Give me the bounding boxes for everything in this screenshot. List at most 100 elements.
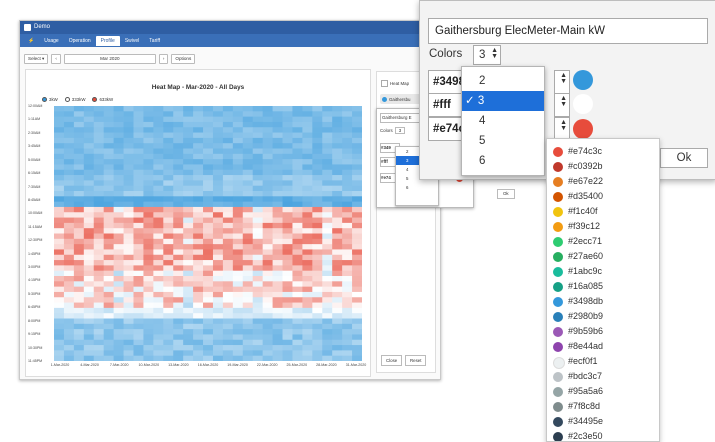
menu-icon[interactable]: ⚡ bbox=[23, 36, 39, 46]
heatmap-cell bbox=[302, 307, 313, 314]
palette-item[interactable]: #bdc3c7 bbox=[547, 369, 659, 384]
heatmap-cell bbox=[262, 196, 273, 203]
heatmap-cell bbox=[173, 143, 184, 149]
heatmap-cell bbox=[143, 318, 154, 325]
swatch-red[interactable] bbox=[573, 119, 593, 139]
heatmap-cell bbox=[183, 345, 194, 351]
heatmap-cell bbox=[342, 334, 353, 341]
series-title-input[interactable]: Gaithersburg ElecMeter-Main kW bbox=[428, 18, 708, 44]
nav-profile[interactable]: Profile bbox=[95, 35, 120, 46]
count-option-4[interactable]: 4 bbox=[462, 111, 544, 131]
heatmap-cell bbox=[252, 222, 264, 229]
heatmap-cell bbox=[143, 164, 154, 171]
count-option-6[interactable]: 6 bbox=[462, 151, 544, 171]
count-option-5[interactable]: 5 bbox=[462, 131, 544, 151]
heatmap-cell bbox=[133, 111, 144, 118]
palette-item[interactable]: #3498db bbox=[547, 294, 659, 309]
heatmap-cell bbox=[232, 185, 244, 192]
heatmap-cell bbox=[93, 116, 105, 123]
palette-item[interactable]: #2c3e50 bbox=[547, 429, 659, 441]
heatmap-cell bbox=[212, 175, 224, 181]
count-option-2[interactable]: 2 bbox=[462, 71, 544, 91]
x-tick-label: 22-Mar-2020 bbox=[256, 363, 278, 367]
reset-button[interactable]: Reset bbox=[405, 355, 427, 366]
palette-item[interactable]: #e67e22 bbox=[547, 174, 659, 189]
swatch-white[interactable] bbox=[573, 94, 593, 114]
count-option-3[interactable]: ✓ 3 bbox=[462, 91, 544, 111]
nav-tariff[interactable]: Tariff bbox=[144, 36, 165, 46]
options-button[interactable]: Options bbox=[171, 54, 196, 64]
next-month-button[interactable]: › bbox=[158, 54, 169, 64]
heatmap-cell bbox=[252, 106, 264, 112]
heatmap-toggle[interactable]: Heat Map bbox=[381, 80, 409, 87]
heatmap-cell bbox=[332, 164, 343, 171]
heatmap-cell bbox=[143, 169, 154, 176]
palette-item[interactable]: #e74c3c bbox=[547, 144, 659, 159]
palette-item[interactable]: #ecf0f1 bbox=[547, 354, 659, 369]
heatmap-cell bbox=[352, 106, 362, 112]
heatmap-cell bbox=[352, 334, 362, 341]
palette-item[interactable]: #f1c40f bbox=[547, 204, 659, 219]
heatmap-cell bbox=[153, 164, 164, 171]
heatmap-cell bbox=[54, 286, 65, 293]
heatmap-cell bbox=[312, 276, 323, 282]
select-dropdown[interactable]: Select ▾ bbox=[24, 54, 49, 64]
heatmap-cell bbox=[163, 233, 174, 240]
mini-count-select[interactable]: 3 bbox=[394, 127, 406, 134]
heatmap-cell bbox=[143, 159, 154, 165]
heatmap-cell bbox=[113, 270, 124, 277]
heatmap-cell bbox=[242, 159, 254, 165]
palette-item[interactable]: #34495e bbox=[547, 414, 659, 429]
palette-label: #7f8c8d bbox=[568, 401, 601, 411]
heatmap-cell bbox=[342, 222, 353, 229]
heatmap-cell bbox=[183, 222, 194, 229]
heatmap-cell bbox=[153, 291, 164, 298]
heatmap-checkbox[interactable] bbox=[381, 80, 388, 87]
heatmap-cell bbox=[302, 297, 313, 303]
nav-swivel[interactable]: Swivel bbox=[120, 36, 144, 46]
color-spinner-2[interactable]: ▲ ▼ bbox=[554, 93, 570, 117]
nav-operation[interactable]: Operation bbox=[64, 36, 96, 46]
palette-item[interactable]: #2ecc71 bbox=[547, 234, 659, 249]
palette-item[interactable]: #d35400 bbox=[547, 189, 659, 204]
palette-item[interactable]: #7f8c8d bbox=[547, 399, 659, 414]
heatmap-cell bbox=[63, 137, 75, 144]
heatmap-cell bbox=[173, 265, 184, 272]
swatch-blue[interactable] bbox=[573, 70, 593, 90]
heatmap-cell bbox=[322, 244, 333, 250]
heatmap-cell bbox=[113, 276, 124, 282]
palette-item[interactable]: #8e44ad bbox=[547, 339, 659, 354]
heatmap-cell bbox=[63, 233, 75, 240]
heatmap-cell bbox=[242, 345, 254, 351]
palette-item[interactable]: #2980b9 bbox=[547, 309, 659, 324]
palette-swatch-icon bbox=[553, 387, 563, 397]
prev-month-button[interactable]: ‹ bbox=[51, 54, 61, 64]
palette-item[interactable]: #27ae60 bbox=[547, 249, 659, 264]
palette-item[interactable]: #f39c12 bbox=[547, 219, 659, 234]
date-field[interactable]: Mar 2020 bbox=[63, 54, 156, 64]
palette-item[interactable]: #9b59b6 bbox=[547, 324, 659, 339]
heatmap-cell bbox=[232, 132, 244, 139]
color-count-select[interactable]: 3 ▲ ▼ bbox=[473, 45, 501, 65]
heatmap-cell bbox=[292, 334, 303, 341]
heatmap-cell bbox=[83, 307, 95, 314]
color-spinner-1[interactable]: ▲ ▼ bbox=[554, 70, 570, 94]
heatmap-cell bbox=[133, 302, 144, 309]
mini-count-option-6[interactable]: 6 bbox=[396, 183, 438, 192]
palette-swatch-icon bbox=[553, 237, 563, 247]
heatmap-cell bbox=[222, 169, 234, 176]
close-button[interactable]: Close bbox=[381, 355, 403, 366]
ok-button[interactable]: Ok bbox=[660, 148, 708, 168]
heatmap-cell bbox=[352, 180, 362, 187]
heatmap-cell bbox=[83, 127, 95, 133]
palette-item[interactable]: #95a5a6 bbox=[547, 384, 659, 399]
heatmap-cell bbox=[63, 270, 75, 277]
heatmap-cell bbox=[302, 313, 313, 319]
palette-item[interactable]: #c0392b bbox=[547, 159, 659, 174]
nav-usage[interactable]: Usage bbox=[39, 36, 63, 46]
heatmap-cell bbox=[63, 185, 75, 192]
palette-item[interactable]: #16a085 bbox=[547, 279, 659, 294]
palette-item[interactable]: #1abc9c bbox=[547, 264, 659, 279]
heatmap-cell bbox=[93, 339, 105, 346]
mini-ok-button[interactable]: Ok bbox=[497, 189, 515, 199]
